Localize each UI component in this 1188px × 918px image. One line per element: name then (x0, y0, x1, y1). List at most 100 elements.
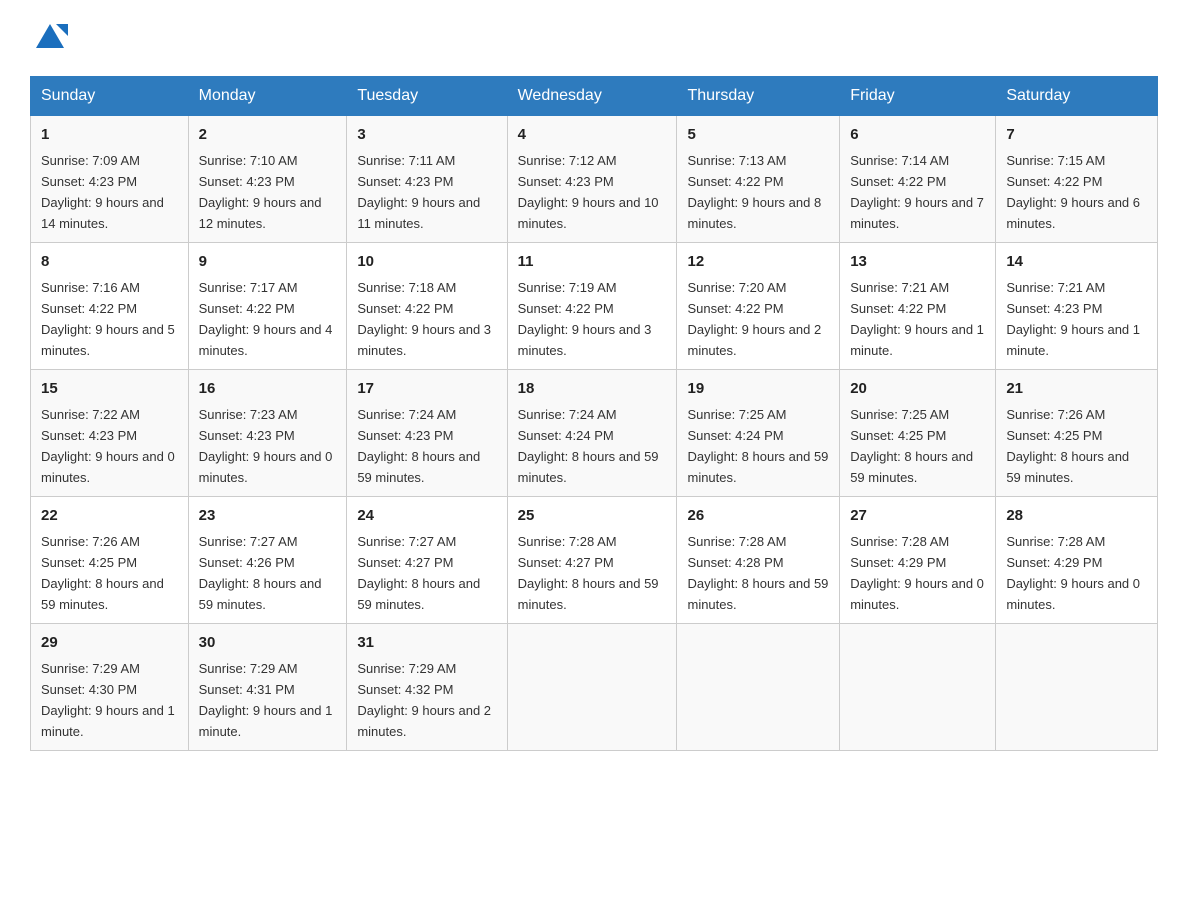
day-info: Sunrise: 7:19 AMSunset: 4:22 PMDaylight:… (518, 280, 652, 358)
day-info: Sunrise: 7:28 AMSunset: 4:28 PMDaylight:… (687, 534, 828, 612)
day-number: 30 (199, 632, 337, 655)
day-info: Sunrise: 7:18 AMSunset: 4:22 PMDaylight:… (357, 280, 491, 358)
day-number: 3 (357, 124, 496, 147)
day-info: Sunrise: 7:09 AMSunset: 4:23 PMDaylight:… (41, 153, 164, 231)
calendar-cell: 22 Sunrise: 7:26 AMSunset: 4:25 PMDaylig… (31, 497, 189, 624)
calendar-cell: 6 Sunrise: 7:14 AMSunset: 4:22 PMDayligh… (840, 116, 996, 243)
day-number: 24 (357, 505, 496, 528)
calendar-cell: 31 Sunrise: 7:29 AMSunset: 4:32 PMDaylig… (347, 624, 507, 751)
header-tuesday: Tuesday (347, 77, 507, 116)
calendar-cell: 15 Sunrise: 7:22 AMSunset: 4:23 PMDaylig… (31, 370, 189, 497)
calendar-cell: 3 Sunrise: 7:11 AMSunset: 4:23 PMDayligh… (347, 116, 507, 243)
day-number: 19 (687, 378, 829, 401)
calendar-cell: 20 Sunrise: 7:25 AMSunset: 4:25 PMDaylig… (840, 370, 996, 497)
day-info: Sunrise: 7:16 AMSunset: 4:22 PMDaylight:… (41, 280, 175, 358)
day-info: Sunrise: 7:25 AMSunset: 4:25 PMDaylight:… (850, 407, 973, 485)
day-info: Sunrise: 7:21 AMSunset: 4:22 PMDaylight:… (850, 280, 984, 358)
day-number: 28 (1006, 505, 1147, 528)
day-number: 26 (687, 505, 829, 528)
day-info: Sunrise: 7:24 AMSunset: 4:23 PMDaylight:… (357, 407, 480, 485)
calendar-cell: 25 Sunrise: 7:28 AMSunset: 4:27 PMDaylig… (507, 497, 677, 624)
header-saturday: Saturday (996, 77, 1158, 116)
calendar-cell: 14 Sunrise: 7:21 AMSunset: 4:23 PMDaylig… (996, 243, 1158, 370)
day-info: Sunrise: 7:23 AMSunset: 4:23 PMDaylight:… (199, 407, 333, 485)
calendar-cell: 8 Sunrise: 7:16 AMSunset: 4:22 PMDayligh… (31, 243, 189, 370)
calendar-cell: 11 Sunrise: 7:19 AMSunset: 4:22 PMDaylig… (507, 243, 677, 370)
page-header (30, 20, 1158, 56)
day-info: Sunrise: 7:28 AMSunset: 4:29 PMDaylight:… (850, 534, 984, 612)
calendar-cell: 30 Sunrise: 7:29 AMSunset: 4:31 PMDaylig… (188, 624, 347, 751)
day-number: 8 (41, 251, 178, 274)
calendar-cell: 7 Sunrise: 7:15 AMSunset: 4:22 PMDayligh… (996, 116, 1158, 243)
calendar-week-row: 8 Sunrise: 7:16 AMSunset: 4:22 PMDayligh… (31, 243, 1158, 370)
day-info: Sunrise: 7:14 AMSunset: 4:22 PMDaylight:… (850, 153, 984, 231)
logo-icon (32, 20, 68, 56)
day-info: Sunrise: 7:27 AMSunset: 4:27 PMDaylight:… (357, 534, 480, 612)
calendar-cell (840, 624, 996, 751)
day-number: 27 (850, 505, 985, 528)
day-info: Sunrise: 7:17 AMSunset: 4:22 PMDaylight:… (199, 280, 333, 358)
day-number: 31 (357, 632, 496, 655)
day-number: 13 (850, 251, 985, 274)
day-info: Sunrise: 7:20 AMSunset: 4:22 PMDaylight:… (687, 280, 821, 358)
calendar-cell: 27 Sunrise: 7:28 AMSunset: 4:29 PMDaylig… (840, 497, 996, 624)
day-info: Sunrise: 7:11 AMSunset: 4:23 PMDaylight:… (357, 153, 480, 231)
day-info: Sunrise: 7:27 AMSunset: 4:26 PMDaylight:… (199, 534, 322, 612)
day-number: 15 (41, 378, 178, 401)
day-number: 9 (199, 251, 337, 274)
calendar-cell: 18 Sunrise: 7:24 AMSunset: 4:24 PMDaylig… (507, 370, 677, 497)
day-info: Sunrise: 7:29 AMSunset: 4:30 PMDaylight:… (41, 661, 175, 739)
day-number: 4 (518, 124, 667, 147)
day-info: Sunrise: 7:12 AMSunset: 4:23 PMDaylight:… (518, 153, 659, 231)
calendar-cell: 12 Sunrise: 7:20 AMSunset: 4:22 PMDaylig… (677, 243, 840, 370)
day-info: Sunrise: 7:26 AMSunset: 4:25 PMDaylight:… (1006, 407, 1129, 485)
day-number: 20 (850, 378, 985, 401)
day-number: 23 (199, 505, 337, 528)
day-number: 7 (1006, 124, 1147, 147)
calendar-cell (996, 624, 1158, 751)
day-number: 25 (518, 505, 667, 528)
calendar-week-row: 29 Sunrise: 7:29 AMSunset: 4:30 PMDaylig… (31, 624, 1158, 751)
calendar-cell: 19 Sunrise: 7:25 AMSunset: 4:24 PMDaylig… (677, 370, 840, 497)
day-number: 2 (199, 124, 337, 147)
day-number: 17 (357, 378, 496, 401)
logo (30, 20, 70, 56)
calendar-cell: 16 Sunrise: 7:23 AMSunset: 4:23 PMDaylig… (188, 370, 347, 497)
calendar-cell: 29 Sunrise: 7:29 AMSunset: 4:30 PMDaylig… (31, 624, 189, 751)
day-number: 1 (41, 124, 178, 147)
day-info: Sunrise: 7:13 AMSunset: 4:22 PMDaylight:… (687, 153, 821, 231)
day-info: Sunrise: 7:21 AMSunset: 4:23 PMDaylight:… (1006, 280, 1140, 358)
calendar-cell: 4 Sunrise: 7:12 AMSunset: 4:23 PMDayligh… (507, 116, 677, 243)
day-number: 16 (199, 378, 337, 401)
day-info: Sunrise: 7:29 AMSunset: 4:31 PMDaylight:… (199, 661, 333, 739)
calendar-week-row: 22 Sunrise: 7:26 AMSunset: 4:25 PMDaylig… (31, 497, 1158, 624)
day-number: 6 (850, 124, 985, 147)
calendar-cell: 5 Sunrise: 7:13 AMSunset: 4:22 PMDayligh… (677, 116, 840, 243)
calendar-header-row: SundayMondayTuesdayWednesdayThursdayFrid… (31, 77, 1158, 116)
calendar-cell: 17 Sunrise: 7:24 AMSunset: 4:23 PMDaylig… (347, 370, 507, 497)
header-thursday: Thursday (677, 77, 840, 116)
day-info: Sunrise: 7:24 AMSunset: 4:24 PMDaylight:… (518, 407, 659, 485)
day-info: Sunrise: 7:28 AMSunset: 4:29 PMDaylight:… (1006, 534, 1140, 612)
day-number: 21 (1006, 378, 1147, 401)
calendar-cell: 9 Sunrise: 7:17 AMSunset: 4:22 PMDayligh… (188, 243, 347, 370)
calendar-table: SundayMondayTuesdayWednesdayThursdayFrid… (30, 76, 1158, 751)
day-number: 5 (687, 124, 829, 147)
calendar-cell: 23 Sunrise: 7:27 AMSunset: 4:26 PMDaylig… (188, 497, 347, 624)
day-number: 14 (1006, 251, 1147, 274)
day-info: Sunrise: 7:29 AMSunset: 4:32 PMDaylight:… (357, 661, 491, 739)
calendar-cell (507, 624, 677, 751)
day-number: 10 (357, 251, 496, 274)
calendar-week-row: 15 Sunrise: 7:22 AMSunset: 4:23 PMDaylig… (31, 370, 1158, 497)
calendar-cell: 1 Sunrise: 7:09 AMSunset: 4:23 PMDayligh… (31, 116, 189, 243)
day-info: Sunrise: 7:10 AMSunset: 4:23 PMDaylight:… (199, 153, 322, 231)
day-info: Sunrise: 7:28 AMSunset: 4:27 PMDaylight:… (518, 534, 659, 612)
day-number: 29 (41, 632, 178, 655)
header-friday: Friday (840, 77, 996, 116)
day-info: Sunrise: 7:15 AMSunset: 4:22 PMDaylight:… (1006, 153, 1140, 231)
day-number: 22 (41, 505, 178, 528)
calendar-cell: 28 Sunrise: 7:28 AMSunset: 4:29 PMDaylig… (996, 497, 1158, 624)
header-sunday: Sunday (31, 77, 189, 116)
calendar-cell: 2 Sunrise: 7:10 AMSunset: 4:23 PMDayligh… (188, 116, 347, 243)
day-number: 18 (518, 378, 667, 401)
